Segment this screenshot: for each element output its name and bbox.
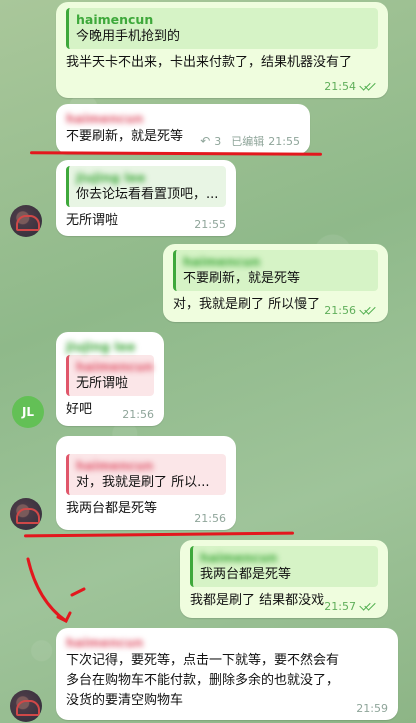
edited-label: 已编辑 bbox=[231, 135, 265, 148]
message-bubble[interactable]: haimencun 对，我就是刷了 所以... 我两台都是死等 21:56 bbox=[56, 436, 236, 530]
message-time: 21:56 bbox=[324, 304, 356, 317]
message-bubble[interactable]: haimencun 下次记得，要死等，点击一下就等，要不然会有多台在购物车不能付… bbox=[56, 628, 398, 720]
avatar-initials: JL bbox=[21, 405, 35, 419]
reply-quote[interactable]: haimencun 无所谓啦 bbox=[66, 355, 154, 396]
message-bubble[interactable]: haimencun 我两台都是死等 我都是刷了 结果都没戏 21:57 bbox=[180, 540, 388, 618]
message-time: 21:57 bbox=[324, 600, 356, 613]
message-meta: 21:56 bbox=[122, 408, 154, 421]
message-time: 21:56 bbox=[194, 512, 226, 525]
user-avatar[interactable] bbox=[10, 690, 42, 722]
quote-text: 无所谓啦 bbox=[76, 376, 129, 391]
quote-text: 我两台都是死等 bbox=[200, 567, 292, 582]
quote-sender: haimencun bbox=[200, 550, 278, 565]
user-avatar[interactable] bbox=[10, 498, 42, 530]
message-bubble[interactable]: jiujing lee 你去论坛看看置顶吧，... 无所谓啦 21:55 bbox=[56, 160, 236, 236]
message-sender[interactable]: jiujing lee bbox=[66, 338, 154, 355]
reply-arrow-icon[interactable]: ↶ bbox=[200, 134, 210, 148]
quote-text: 不要刷新，就是死等 bbox=[183, 271, 301, 286]
annotation-arrow bbox=[26, 557, 86, 624]
message-bubble[interactable]: haimencun 不要刷新，就是死等 对，我就是刷了 所以慢了 21:56 bbox=[163, 244, 388, 322]
message-text: 我半天卡不出来，卡出来付款了，结果机器没有了 bbox=[66, 55, 353, 70]
quote-sender: haimencun bbox=[183, 254, 261, 269]
message-time: 21:54 bbox=[324, 80, 356, 93]
read-checks-icon bbox=[360, 602, 378, 612]
message-text: 下次记得，要死等，点击一下就等，要不然会有多台在购物车不能付款，删除多余的也就没… bbox=[66, 653, 340, 708]
reply-quote[interactable]: haimencun 不要刷新，就是死等 bbox=[173, 250, 378, 291]
quote-sender: haimencun bbox=[76, 458, 154, 473]
reply-quote[interactable]: haimencun 对，我就是刷了 所以... bbox=[66, 454, 226, 495]
quote-sender: haimencun bbox=[76, 12, 154, 27]
message-time: 21:59 bbox=[356, 702, 388, 715]
quote-text: 今晚用手机抢到的 bbox=[76, 29, 181, 44]
message-sender[interactable]: haimencun bbox=[66, 634, 388, 651]
quote-text: 对，我就是刷了 所以... bbox=[76, 475, 210, 490]
message-meta: 21:55 bbox=[194, 218, 226, 231]
message-meta: ↶ 3 已编辑 21:55 bbox=[200, 133, 300, 149]
read-checks-icon bbox=[360, 82, 378, 92]
reply-quote[interactable]: haimencun 今晚用手机抢到的 bbox=[66, 8, 378, 49]
reply-quote[interactable]: jiujing lee 你去论坛看看置顶吧，... bbox=[66, 166, 226, 207]
reply-quote[interactable]: haimencun 我两台都是死等 bbox=[190, 546, 378, 587]
message-meta: 21:56 bbox=[194, 512, 226, 525]
read-checks-icon bbox=[360, 306, 378, 316]
message-sender[interactable]: haimencun bbox=[66, 110, 300, 127]
user-avatar[interactable]: JL bbox=[12, 396, 44, 428]
quote-text: 你去论坛看看置顶吧，... bbox=[76, 187, 219, 202]
message-time: 21:56 bbox=[122, 408, 154, 421]
user-avatar[interactable] bbox=[10, 205, 42, 237]
message-meta: 21:57 bbox=[324, 600, 378, 613]
message-meta: 21:56 bbox=[324, 304, 378, 317]
message-meta: 21:54 bbox=[324, 80, 378, 93]
message-meta: 21:59 bbox=[356, 702, 388, 715]
message-time: 21:55 bbox=[194, 218, 226, 231]
reply-count[interactable]: 3 bbox=[214, 135, 221, 148]
message-bubble[interactable]: haimencun 不要刷新，就是死等 ↶ 3 已编辑 21:55 bbox=[56, 104, 310, 154]
quote-sender: jiujing lee bbox=[76, 170, 146, 185]
quote-sender: haimencun bbox=[76, 359, 154, 374]
message-bubble[interactable]: jiujing lee haimencun 无所谓啦 好吧 21:56 bbox=[56, 332, 164, 426]
message-time: 21:55 bbox=[268, 134, 300, 148]
message-bubble[interactable]: haimencun 今晚用手机抢到的 我半天卡不出来，卡出来付款了，结果机器没有… bbox=[56, 2, 388, 98]
